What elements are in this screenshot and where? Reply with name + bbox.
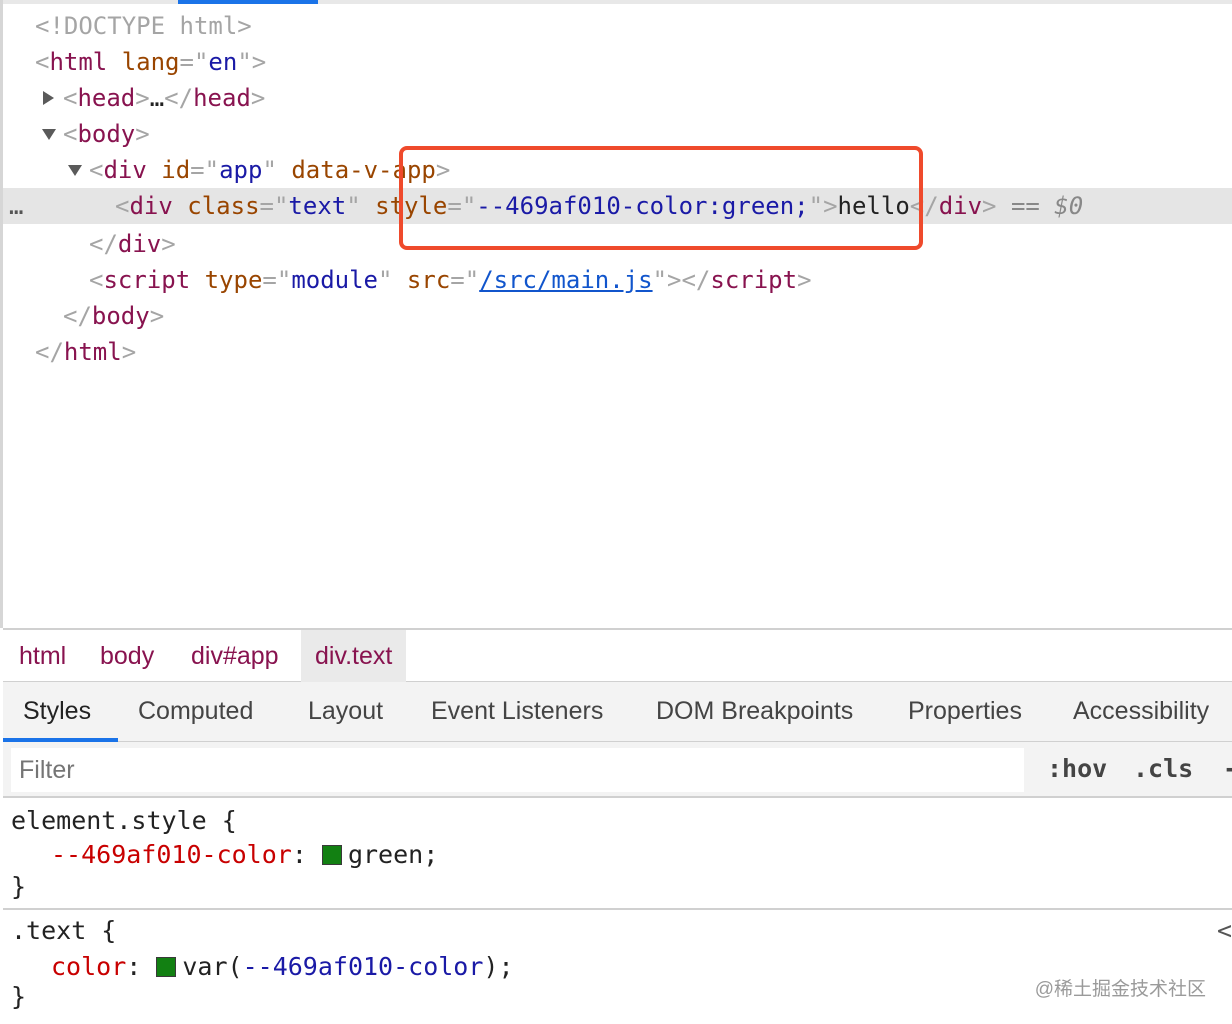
tag-name: head [193, 84, 251, 112]
rule-selector[interactable]: .text { [11, 914, 116, 948]
tag-name: script [103, 266, 191, 294]
annotation-highlight-box [399, 146, 923, 250]
hov-toggle-button[interactable]: :hov [1047, 742, 1107, 796]
rule-source-link[interactable]: < [1217, 914, 1232, 948]
more-actions-icon[interactable]: … [9, 188, 23, 224]
breadcrumb-div-app[interactable]: div#app [177, 630, 293, 682]
property-name[interactable]: --469af010-color [51, 840, 292, 869]
tag-name: body [91, 302, 150, 330]
property-name[interactable]: color [51, 952, 126, 981]
rule-text-class: .text { color: var(--469af010-color); } … [3, 910, 1232, 1024]
breadcrumb-html[interactable]: html [5, 630, 80, 682]
attr-name: src [406, 266, 451, 294]
property-value[interactable]: var( [182, 952, 242, 981]
elements-tree-panel: <!DOCTYPE html> <html lang="en"> <head>…… [0, 0, 1232, 628]
attr-name: id [161, 156, 191, 184]
color-swatch-icon[interactable] [321, 845, 342, 865]
filter-input[interactable] [11, 748, 1024, 792]
tag-name: div [938, 192, 983, 220]
tab-event-listeners[interactable]: Event Listeners [431, 682, 603, 740]
dom-node-body-close[interactable]: </body> [63, 298, 164, 334]
rule-close-brace: } [11, 872, 27, 901]
dom-node-app-div-close[interactable]: </div> [89, 226, 176, 262]
tab-properties[interactable]: Properties [908, 682, 1022, 740]
attr-value: en [208, 48, 238, 76]
dom-node-body[interactable]: <body> [63, 116, 150, 152]
selected-node-marker: == $0 [1010, 192, 1084, 220]
tab-dom-breakpoints[interactable]: DOM Breakpoints [656, 682, 853, 740]
collapsed-ellipsis: … [149, 84, 165, 112]
attr-value: text [288, 192, 347, 220]
tag-name: html [49, 48, 108, 76]
collapse-triangle-icon[interactable] [42, 129, 56, 140]
property-value[interactable]: green; [348, 840, 438, 869]
property-value-close: ); [483, 952, 514, 981]
css-variable-ref[interactable]: --469af010-color [243, 952, 484, 981]
breadcrumb-div-text[interactable]: div.text [301, 630, 407, 682]
breadcrumb: html body div#app div.text [3, 628, 1232, 682]
tab-layout[interactable]: Layout [308, 682, 383, 740]
tag-name: script [710, 266, 798, 294]
attr-value: module [291, 266, 379, 294]
attr-name: type [204, 266, 263, 294]
active-panel-indicator [178, 0, 318, 4]
filter-toolbar: :hov .cls - [3, 742, 1232, 798]
attr-name: class [187, 192, 260, 220]
tag-name: div [117, 230, 162, 258]
tag-name: div [103, 156, 147, 184]
tab-accessibility[interactable]: Accessibility [1073, 682, 1209, 740]
tag-name: html [63, 338, 122, 366]
tag-name: head [77, 84, 136, 112]
cls-toggle-button[interactable]: .cls [1133, 742, 1193, 796]
rule-close-brace: } [11, 982, 27, 1011]
sidebar-tab-bar: Styles Computed Layout Event Listeners D… [3, 682, 1232, 742]
dom-node-html-close[interactable]: </html> [35, 334, 136, 370]
style-declaration[interactable]: --469af010-color: green; [51, 838, 438, 872]
dom-node-html[interactable]: <html lang="en"> [35, 44, 266, 80]
tab-computed[interactable]: Computed [138, 682, 253, 740]
attr-value: app [219, 156, 263, 184]
dom-node-script[interactable]: <script type="module" src="/src/main.js"… [89, 262, 812, 298]
rule-element-style: element.style { --469af010-color: green;… [3, 798, 1232, 910]
dom-node-head[interactable]: <head>…</head> [63, 80, 265, 116]
rule-selector[interactable]: element.style { [11, 804, 237, 838]
collapse-triangle-icon[interactable] [68, 165, 82, 176]
style-declaration[interactable]: color: var(--469af010-color); [51, 950, 514, 984]
tag-name: body [77, 120, 136, 148]
watermark: @稀土掘金技术社区 [1034, 979, 1206, 1000]
breadcrumb-body[interactable]: body [86, 630, 168, 682]
dom-node-doctype[interactable]: <!DOCTYPE html> [35, 8, 252, 44]
doctype-text: <!DOCTYPE html> [35, 12, 252, 40]
color-swatch-icon[interactable] [156, 957, 177, 977]
tab-styles[interactable]: Styles [23, 682, 91, 740]
attr-name: lang [121, 48, 180, 76]
script-src-link[interactable]: /src/main.js [479, 266, 652, 294]
tag-name: div [129, 192, 173, 220]
new-rule-button[interactable]: - [1223, 742, 1232, 796]
dom-node-app-div[interactable]: <div id="app" data-v-app> [89, 152, 450, 188]
expand-triangle-icon[interactable] [43, 91, 54, 105]
